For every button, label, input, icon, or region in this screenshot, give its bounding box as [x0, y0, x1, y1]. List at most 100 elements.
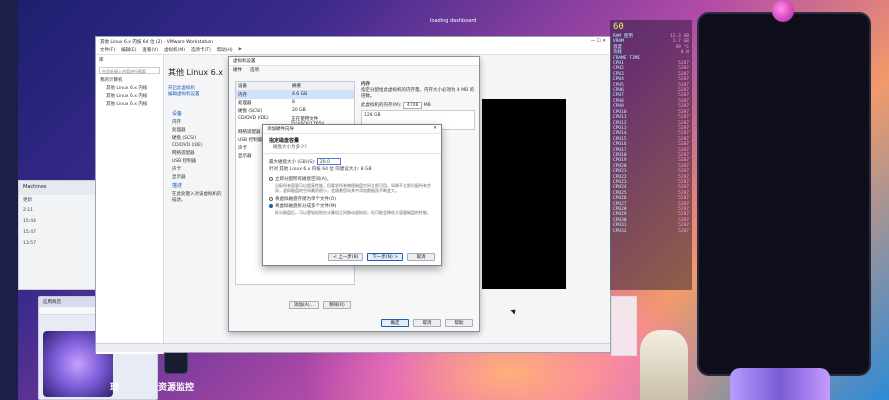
- pin-icon: [772, 0, 794, 22]
- ok-button[interactable]: 确定: [381, 319, 409, 327]
- next-button[interactable]: 下一步(N) >: [367, 253, 403, 261]
- menu-vm[interactable]: 虚拟机(M): [164, 47, 185, 53]
- wizard-titlebar[interactable]: 添加硬件向导 ✕: [263, 125, 441, 134]
- tree-item-my-computer[interactable]: 我的计算机: [96, 76, 163, 84]
- wizard-title: 添加硬件向导: [267, 127, 294, 132]
- add-hardware-wizard[interactable]: 添加硬件向导 ✕ 指定磁盘容量 磁盘大小为多少? 最大磁盘大小 (GB)(S):…: [262, 124, 442, 266]
- recommended-size: 针对 其他 Linux 6.x 内核 64 位 的建议大小: 8 GB: [269, 167, 372, 172]
- close-icon[interactable]: ✕: [433, 126, 437, 132]
- tab-options[interactable]: 选项: [250, 67, 259, 74]
- tree-item-vm[interactable]: 其他 Linux 6.x 内核: [96, 84, 163, 92]
- max-size-value: 20.0: [319, 160, 330, 165]
- add-hardware-button[interactable]: 添加(A)...: [289, 301, 319, 309]
- library-search-input[interactable]: 在此处键入内容进行搜索: [99, 67, 160, 74]
- column-device: 设备: [238, 84, 247, 89]
- split-file-label: 将虚拟磁盘拆分成多个文件(M): [275, 204, 337, 209]
- list-item[interactable]: 15:47: [19, 228, 97, 239]
- menu-view[interactable]: 查看(V): [142, 47, 158, 53]
- row-device: 硬盘 (SCSI): [238, 109, 263, 114]
- table-row[interactable]: 处理器 8: [236, 99, 354, 107]
- device-item[interactable]: 显示器: [168, 173, 228, 181]
- memory-input[interactable]: 4708: [402, 102, 423, 109]
- device-item[interactable]: USB 控制器: [168, 157, 228, 165]
- radio-icon[interactable]: [269, 203, 273, 208]
- description-header: 描述: [172, 183, 183, 189]
- tree-item-vm[interactable]: 其他 Linux 6.x 内核: [96, 100, 163, 108]
- vm-name-heading: 其他 Linux 6.x: [168, 68, 224, 77]
- back-button[interactable]: < 上一步(B): [328, 253, 364, 261]
- alloc-now-option[interactable]: 立即分配所有磁盘空间(A)。: [269, 176, 435, 183]
- menu-tabs[interactable]: 选项卡(T): [191, 47, 211, 53]
- device-item[interactable]: 内存: [168, 118, 228, 126]
- radio-icon[interactable]: [269, 196, 273, 201]
- character-artwork: [730, 368, 830, 400]
- device-item[interactable]: 声卡: [168, 165, 228, 173]
- settings-tabs: 硬件 选项: [229, 66, 479, 75]
- top-right-text: loading dashboard: [430, 18, 477, 24]
- left-edge-panel: [0, 0, 18, 400]
- device-item[interactable]: CD/DVD (IDE): [168, 142, 228, 149]
- checkbox-icon[interactable]: [269, 176, 273, 181]
- row-device: 内存: [238, 93, 247, 98]
- library-header: 库: [99, 58, 104, 63]
- devices-header: 设备: [172, 111, 183, 117]
- side-widget[interactable]: [611, 296, 637, 356]
- desktop-icon-label[interactable]: 理: [110, 380, 119, 393]
- resource-monitor-icon[interactable]: [164, 350, 188, 374]
- column-summary: 摘要: [292, 84, 301, 89]
- performance-overlay: 60 RAM 使用 12.3 GB VRAM 2.7 GB 温度 49 °C 功耗 8 W FR…: [610, 20, 692, 290]
- background-window[interactable]: Machines 更新 2:11 15:44 15:47 13:57: [18, 180, 98, 290]
- add-remove-buttons: 添加(A)... 移除(R): [289, 301, 351, 309]
- phone-frame-wallpaper: [697, 12, 871, 376]
- window-controls[interactable]: — ☐ ✕: [591, 39, 606, 44]
- vm-actions: 开启此虚拟机 编辑虚拟机设置: [168, 85, 200, 97]
- device-item[interactable]: 硬盘 (SCSI): [168, 134, 228, 142]
- list-item[interactable]: 更新: [19, 195, 97, 206]
- window-title: 其他 Linux 6.x 内核 64 位 (2) - VMware Workst…: [100, 39, 213, 45]
- description-text[interactable]: 在此处键入对该虚拟机的描述。: [168, 190, 228, 204]
- table-row[interactable]: 内存 4.6 GB: [236, 91, 354, 99]
- edit-settings-link[interactable]: 编辑虚拟机设置: [168, 91, 200, 97]
- tab-hardware[interactable]: 硬件: [233, 67, 242, 74]
- remove-hardware-button[interactable]: 移除(R): [322, 301, 351, 309]
- settings-buttons: 确定 取消 帮助: [381, 319, 473, 327]
- menu-help[interactable]: 帮助(H): [217, 47, 233, 53]
- single-file-label: 将虚拟磁盘存储为单个文件(O): [275, 197, 337, 202]
- single-file-option[interactable]: 将虚拟磁盘存储为单个文件(O): [269, 196, 435, 203]
- device-summary: 设备 内存 处理器 硬盘 (SCSI) CD/DVD (IDE) 网络适配器 U…: [168, 109, 228, 204]
- menu-bar: 文件(F) 编辑(E) 查看(V) 虚拟机(M) 选项卡(T) 帮助(H) ▶: [96, 46, 610, 55]
- list-item[interactable]: 15:44: [19, 217, 97, 228]
- device-item[interactable]: 网络适配器: [168, 149, 228, 157]
- wizard-heading: 指定磁盘容量: [269, 138, 300, 144]
- vm-screen-preview[interactable]: [482, 99, 566, 289]
- cancel-button[interactable]: 取消: [413, 319, 441, 327]
- max-size-label: 最大磁盘大小 (GB)(S):: [269, 160, 316, 165]
- max-size-input[interactable]: 20.0: [316, 158, 341, 165]
- menu-file[interactable]: 文件(F): [100, 47, 115, 53]
- row-summary: 4.6 GB: [292, 92, 308, 97]
- help-button[interactable]: 帮助: [445, 319, 473, 327]
- play-icon[interactable]: ▶: [239, 47, 242, 53]
- tree-item-vm[interactable]: 其他 Linux 6.x 内核: [96, 92, 163, 100]
- table-row[interactable]: 硬盘 (SCSI) 20 GB: [236, 107, 354, 115]
- status-bar: [96, 343, 610, 352]
- list-item[interactable]: 13:57: [19, 239, 97, 250]
- alloc-description: 分配所有容量可以提高性能，但要求所有物理磁盘空间立即可用。如果不立即分配所有空间…: [275, 183, 431, 193]
- wizard-buttons: < 上一步(B) 下一步(N) > 取消: [328, 253, 435, 261]
- split-file-option[interactable]: 将虚拟磁盘拆分成多个文件(M): [269, 203, 435, 210]
- hud-value: 5287: [678, 228, 689, 234]
- alloc-now-label: 立即分配所有磁盘空间(A)。: [275, 177, 332, 182]
- hud-line: CPU32 5287: [610, 229, 692, 234]
- resource-monitor-label[interactable]: 资源监控: [158, 380, 194, 393]
- wizard-cancel-button[interactable]: 取消: [407, 253, 435, 261]
- list-item[interactable]: 2:11: [19, 206, 97, 217]
- hud-value: 8 W: [680, 50, 689, 56]
- menu-edit[interactable]: 编辑(E): [121, 47, 136, 53]
- window-titlebar[interactable]: 其他 Linux 6.x 内核 64 位 (2) - VMware Workst…: [96, 37, 610, 46]
- wizard-subheading: 磁盘大小为多少?: [273, 145, 307, 150]
- memory-label: 此虚拟机的内存(M):: [361, 103, 402, 108]
- device-item[interactable]: 处理器: [168, 126, 228, 134]
- settings-title: 虚拟机设置: [229, 57, 479, 66]
- row-summary: 20 GB: [292, 108, 306, 113]
- split-description: 拆分磁盘后，可以更轻松地在计算机之间移动虚拟机，但可能会降低大容量磁盘的性能。: [275, 210, 431, 215]
